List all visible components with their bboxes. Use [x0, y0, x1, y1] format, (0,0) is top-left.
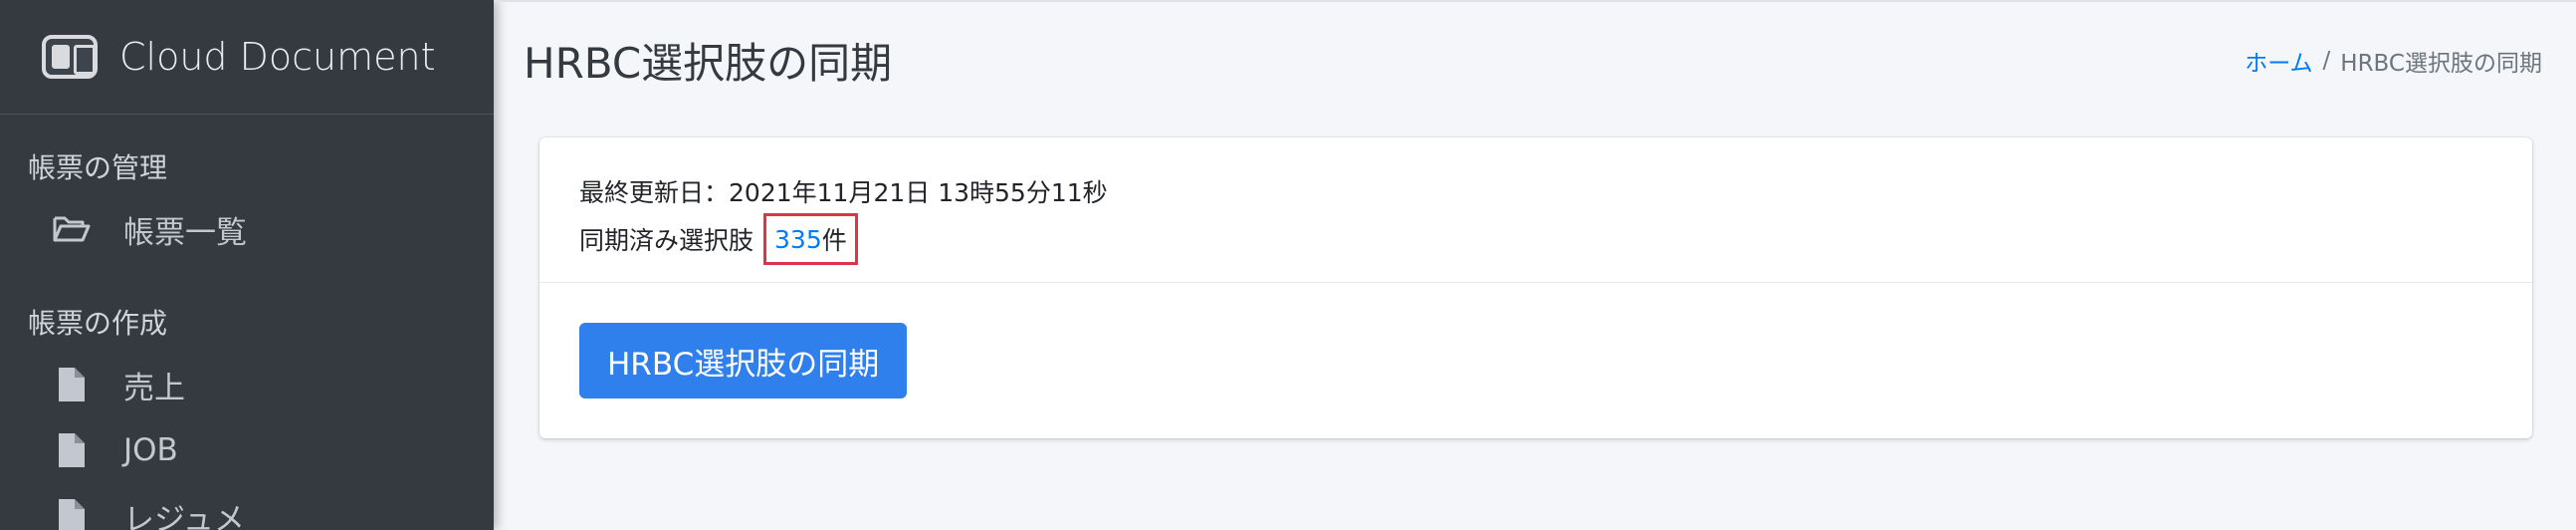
- card-header: 最終更新日： 2021年11月21日 13時55分11秒 同期済み選択肢 335…: [539, 137, 2532, 283]
- folder-open-icon: [52, 209, 92, 249]
- sidebar-item-label: 帳票一覧: [123, 214, 247, 251]
- last-updated-value: 2021年11月21日 13時55分11秒: [729, 178, 1108, 207]
- last-updated-label: 最終更新日：: [579, 178, 730, 207]
- synced-count-line: 同期済み選択肢 335 件: [579, 213, 2532, 265]
- main-content: HRBC選択肢の同期 ホーム / HRBC選択肢の同期 最終更新日： 2021年…: [494, 0, 2576, 530]
- breadcrumb-separator: /: [2322, 48, 2331, 74]
- sidebar-item-label: レジュメ: [123, 501, 245, 530]
- breadcrumb-home-link[interactable]: ホーム: [2245, 44, 2312, 78]
- breadcrumb-current: HRBC選択肢の同期: [2340, 51, 2542, 77]
- page-title: HRBC選択肢の同期: [524, 39, 893, 88]
- breadcrumb: ホーム / HRBC選択肢の同期: [2245, 44, 2542, 78]
- last-updated-line: 最終更新日： 2021年11月21日 13時55分11秒: [579, 167, 2532, 215]
- sidebar-item-resume[interactable]: レジュメ: [0, 483, 494, 530]
- sidebar-item-job[interactable]: JOB: [0, 417, 494, 483]
- synced-count-unit: 件: [821, 226, 847, 255]
- sync-card: 最終更新日： 2021年11月21日 13時55分11秒 同期済み選択肢 335…: [539, 137, 2532, 438]
- sidebar-item-document-list[interactable]: 帳票一覧: [0, 196, 494, 262]
- sync-options-button[interactable]: HRBC選択肢の同期: [579, 323, 908, 398]
- file-icon: [52, 430, 92, 470]
- sidebar-item-sales[interactable]: 売上: [0, 352, 494, 417]
- sidebar: Cloud Document 帳票の管理 帳票一覧 帳票の作成 売上 JOB レ…: [0, 0, 494, 530]
- brand-logo-icon: [42, 35, 98, 79]
- file-icon: [52, 365, 92, 404]
- brand-text: Cloud Document: [119, 35, 436, 79]
- nav-header-create: 帳票の作成: [28, 307, 168, 340]
- sidebar-item-label: 売上: [123, 370, 185, 406]
- synced-label: 同期済み選択肢: [579, 226, 754, 255]
- file-icon: [52, 496, 92, 530]
- brand-link[interactable]: Cloud Document: [0, 0, 494, 115]
- nav-header-management: 帳票の管理: [28, 151, 168, 184]
- synced-count-highlight: 335 件: [763, 213, 858, 265]
- sidebar-item-label: JOB: [123, 432, 178, 468]
- card-body: HRBC選択肢の同期: [539, 283, 2532, 398]
- synced-count-link[interactable]: 335: [774, 225, 822, 254]
